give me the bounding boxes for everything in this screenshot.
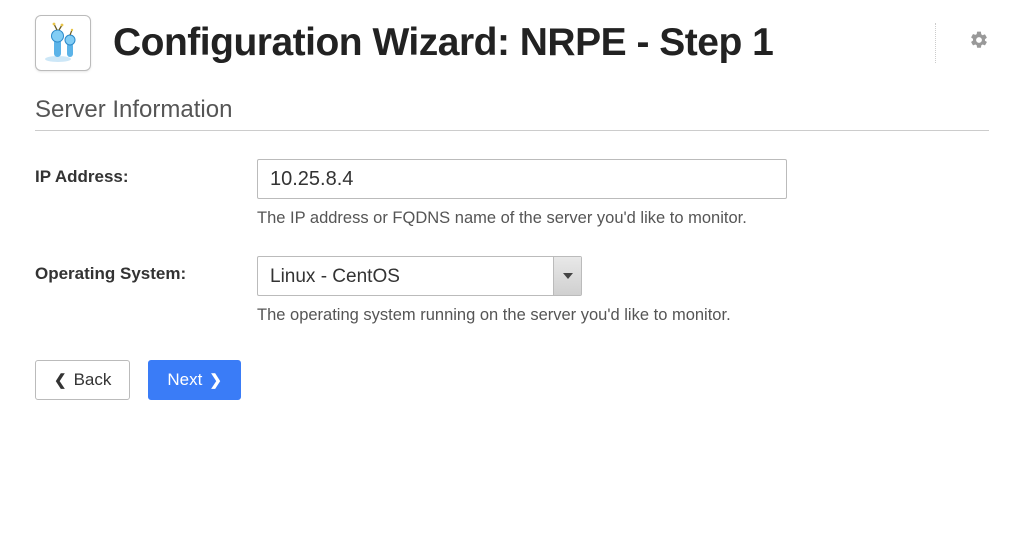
gear-icon[interactable] [969, 30, 989, 56]
next-button-label: Next [167, 370, 202, 390]
next-button[interactable]: Next ❯ [148, 360, 241, 400]
back-button-label: Back [74, 370, 112, 390]
back-button[interactable]: ❮ Back [35, 360, 130, 400]
nrpe-wizard-icon [35, 15, 91, 71]
os-select-wrap: Linux - CentOS [257, 256, 582, 296]
ip-label: IP Address: [35, 159, 257, 187]
chevron-right-icon: ❯ [209, 371, 222, 389]
section-divider [35, 130, 989, 131]
button-row: ❮ Back Next ❯ [35, 360, 989, 400]
ip-field-wrap: The IP address or FQDNS name of the serv… [257, 159, 989, 228]
os-label: Operating System: [35, 256, 257, 284]
header-actions [935, 23, 989, 63]
operating-system-select[interactable]: Linux - CentOS [257, 256, 582, 296]
form-row-ip: IP Address: The IP address or FQDNS name… [35, 159, 989, 228]
ip-help-text: The IP address or FQDNS name of the serv… [257, 209, 989, 228]
page-header: Configuration Wizard: NRPE - Step 1 [35, 15, 989, 71]
os-help-text: The operating system running on the serv… [257, 306, 989, 325]
ip-address-input[interactable] [257, 159, 787, 199]
chevron-left-icon: ❮ [54, 371, 67, 389]
section-title: Server Information [35, 96, 989, 130]
page-title: Configuration Wizard: NRPE - Step 1 [113, 21, 935, 65]
form-row-os: Operating System: Linux - CentOS The ope… [35, 256, 989, 325]
os-field-wrap: Linux - CentOS The operating system runn… [257, 256, 989, 325]
